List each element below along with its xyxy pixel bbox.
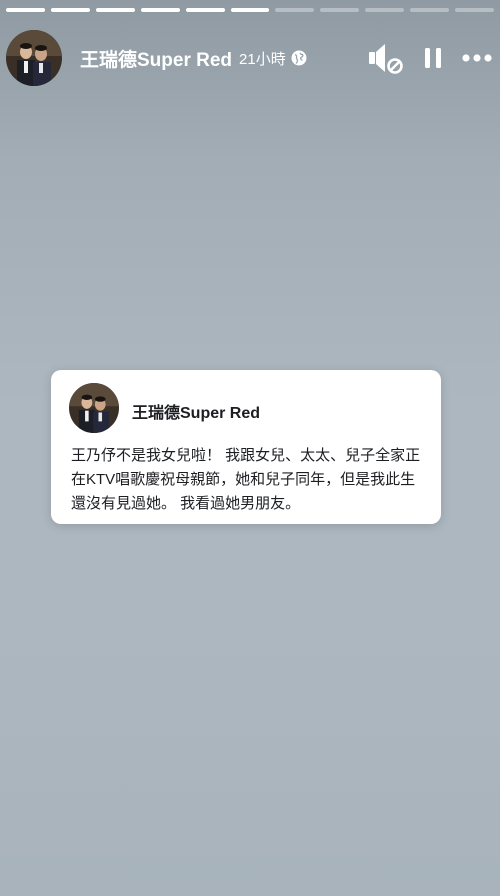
- progress-segment: [275, 8, 315, 12]
- progress-segment: [365, 8, 405, 12]
- progress-segment: [320, 8, 360, 12]
- story-progress-bar: [6, 8, 494, 12]
- post-author-avatar[interactable]: [69, 383, 119, 433]
- progress-segment: [455, 8, 494, 12]
- globe-icon: [291, 50, 307, 66]
- post-author-name[interactable]: 王瑞德Super Red: [132, 399, 260, 423]
- post-time: 21小時: [239, 50, 286, 68]
- pause-icon[interactable]: [424, 47, 442, 69]
- progress-segment: [140, 8, 180, 12]
- progress-segment: [6, 8, 45, 12]
- progress-segment: [50, 8, 90, 12]
- story-header: 王瑞德Super Red 21小時: [6, 29, 492, 87]
- shared-post-card[interactable]: 王瑞德Super Red 王乃伃不是我女兒啦！ 我跟女兒、太太、兒子全家正在KT…: [51, 370, 441, 524]
- profile-avatar[interactable]: [6, 30, 62, 86]
- progress-segment: [410, 8, 450, 12]
- progress-segment: [185, 8, 225, 12]
- more-icon[interactable]: [462, 53, 492, 63]
- post-text: 王乃伃不是我女兒啦！ 我跟女兒、太太、兒子全家正在KTV唱歌慶祝母親節，她和兒子…: [71, 447, 421, 512]
- speaker-muted-icon[interactable]: [368, 41, 404, 75]
- progress-segment: [230, 8, 270, 12]
- profile-name[interactable]: 王瑞德Super Red: [80, 45, 232, 72]
- progress-segment: [95, 8, 135, 12]
